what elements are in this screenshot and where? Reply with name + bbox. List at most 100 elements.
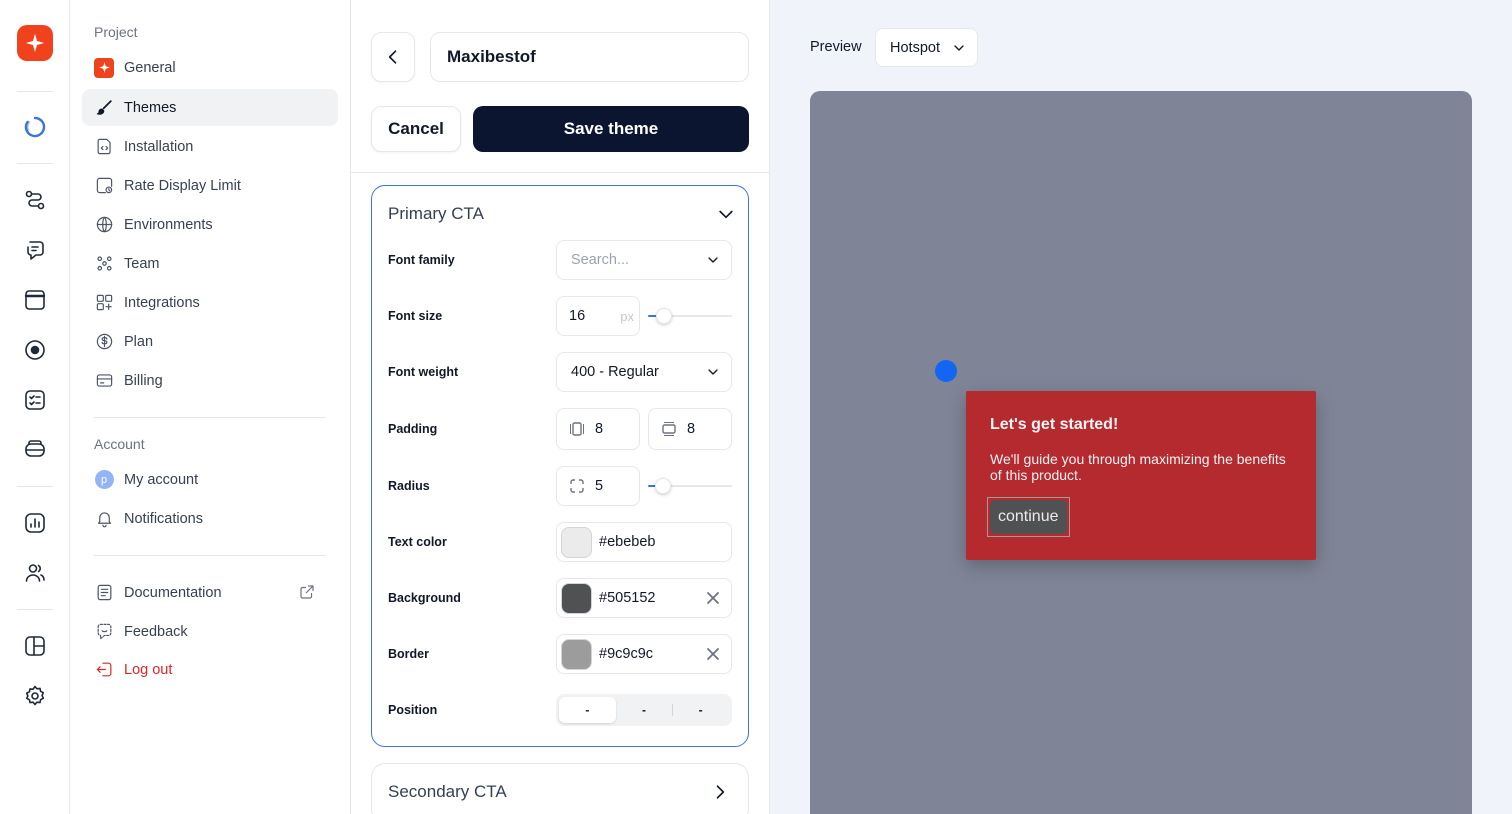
nav-item-label: Integrations xyxy=(124,294,200,311)
message-icon[interactable] xyxy=(21,236,49,264)
rail-divider xyxy=(17,163,53,164)
close-icon[interactable] xyxy=(705,646,721,662)
globe-icon xyxy=(94,215,114,235)
nav-item-general[interactable]: General xyxy=(82,49,338,86)
padding-vertical-input[interactable]: 8 xyxy=(556,408,640,450)
nav-item-label: General xyxy=(124,59,176,76)
radius-slider[interactable] xyxy=(648,478,732,494)
position-option-left[interactable]: - xyxy=(559,697,616,723)
chevron-left-icon xyxy=(388,50,397,64)
secondary-cta-card[interactable]: Secondary CTA xyxy=(371,763,749,814)
nav-item-rate-display-limit[interactable]: Rate Display Limit xyxy=(82,167,338,204)
settings-nav: Project General Themes Installation Rate… xyxy=(70,0,351,814)
slider-thumb[interactable] xyxy=(656,308,672,324)
font-size-unit: px xyxy=(620,308,634,324)
padding-vertical-icon xyxy=(569,421,585,437)
chevron-down-icon xyxy=(951,40,967,56)
nav-item-label: Themes xyxy=(124,99,177,116)
font-weight-select[interactable]: 400 - Regular xyxy=(556,352,732,392)
tooltip-body: We'll guide you through maximizing the b… xyxy=(990,451,1286,483)
nav-item-billing[interactable]: Billing xyxy=(82,362,338,399)
rail-divider xyxy=(17,91,53,92)
background-color-input[interactable]: #505152 xyxy=(556,578,732,618)
position-option-right[interactable]: - xyxy=(672,697,729,723)
chevron-down-icon[interactable] xyxy=(716,204,736,224)
font-size-input[interactable]: 16 px xyxy=(556,296,640,336)
team-icon xyxy=(94,254,114,274)
editor-divider xyxy=(351,172,769,173)
nav-item-label: Documentation xyxy=(124,584,222,601)
loader-icon[interactable] xyxy=(21,113,49,141)
background-color-value: #505152 xyxy=(599,590,656,606)
preview-mode-value: Hotspot xyxy=(890,39,940,56)
dollar-icon xyxy=(94,332,114,352)
brand-logo-icon[interactable] xyxy=(17,25,53,61)
continue-button[interactable]: continue xyxy=(990,500,1067,534)
nav-item-log-out[interactable]: Log out xyxy=(82,651,338,688)
hotspot-tooltip: Let's get started! We'll guide you throu… xyxy=(966,391,1316,560)
slider-thumb[interactable] xyxy=(655,478,671,494)
nav-item-plan[interactable]: Plan xyxy=(82,323,338,360)
padding-horizontal-input[interactable]: 8 xyxy=(648,408,732,450)
font-family-select[interactable]: Search... xyxy=(556,240,732,280)
checklist-icon[interactable] xyxy=(21,386,49,414)
tooltip-button-border: continue xyxy=(987,497,1070,537)
border-color-input[interactable]: #9c9c9c xyxy=(556,634,732,674)
nav-item-integrations[interactable]: Integrations xyxy=(82,284,338,321)
nav-item-my-account[interactable]: p My account xyxy=(82,461,338,498)
border-color-swatch[interactable] xyxy=(561,638,592,670)
hotspot-icon[interactable] xyxy=(21,336,49,364)
avatar: p xyxy=(94,470,114,489)
back-button[interactable] xyxy=(371,32,415,82)
text-color-value: #ebebeb xyxy=(599,534,656,550)
nav-item-themes[interactable]: Themes xyxy=(82,89,338,126)
users-icon[interactable] xyxy=(21,559,49,587)
banner-icon[interactable] xyxy=(21,286,49,314)
hotspot-beacon[interactable] xyxy=(935,360,957,382)
layout-icon[interactable] xyxy=(21,632,49,660)
nav-item-label: Environments xyxy=(124,216,213,233)
nav-item-environments[interactable]: Environments xyxy=(82,206,338,243)
nav-item-team[interactable]: Team xyxy=(82,245,338,282)
nav-item-installation[interactable]: Installation xyxy=(82,128,338,165)
code-file-icon xyxy=(94,137,114,157)
text-color-input[interactable]: #ebebeb xyxy=(556,522,732,562)
position-option-center[interactable]: - xyxy=(616,697,673,723)
layers-icon[interactable] xyxy=(21,436,49,464)
position-segmented-control: - - - xyxy=(556,694,732,726)
flow-icon[interactable] xyxy=(21,186,49,214)
analytics-icon[interactable] xyxy=(21,509,49,537)
nav-item-documentation[interactable]: Documentation xyxy=(82,574,338,611)
theme-name-input[interactable] xyxy=(430,32,749,82)
padding-horizontal-icon xyxy=(661,421,677,437)
chevron-down-icon xyxy=(705,252,721,268)
radius-input[interactable]: 5 xyxy=(556,466,640,506)
nav-item-feedback[interactable]: Feedback xyxy=(82,613,338,650)
feedback-icon xyxy=(94,622,114,642)
font-weight-label: Font weight xyxy=(388,365,459,379)
background-color-swatch[interactable] xyxy=(561,582,592,614)
primary-cta-title[interactable]: Primary CTA xyxy=(388,204,484,224)
project-section-title: Project xyxy=(94,24,138,40)
integrations-icon xyxy=(94,293,114,313)
nav-item-label: Team xyxy=(124,255,160,272)
nav-item-notifications[interactable]: Notifications xyxy=(82,500,338,537)
bell-icon xyxy=(94,509,114,529)
nav-item-label: Log out xyxy=(124,661,173,678)
nav-divider xyxy=(94,417,326,418)
close-icon[interactable] xyxy=(705,590,721,606)
secondary-cta-title: Secondary CTA xyxy=(388,782,507,801)
radius-value: 5 xyxy=(595,478,604,494)
text-color-swatch[interactable] xyxy=(561,526,592,558)
font-weight-value: 400 - Regular xyxy=(571,364,659,380)
preview-mode-select[interactable]: Hotspot xyxy=(875,28,978,67)
radius-icon xyxy=(569,478,585,494)
brand-square-icon xyxy=(94,57,114,78)
font-size-slider[interactable] xyxy=(648,308,732,324)
logout-icon xyxy=(94,660,114,680)
font-family-placeholder: Search... xyxy=(571,252,630,268)
cancel-button[interactable]: Cancel xyxy=(371,106,461,152)
settings-icon[interactable] xyxy=(21,682,49,710)
save-theme-button[interactable]: Save theme xyxy=(473,106,749,152)
chevron-right-icon[interactable] xyxy=(710,782,730,802)
